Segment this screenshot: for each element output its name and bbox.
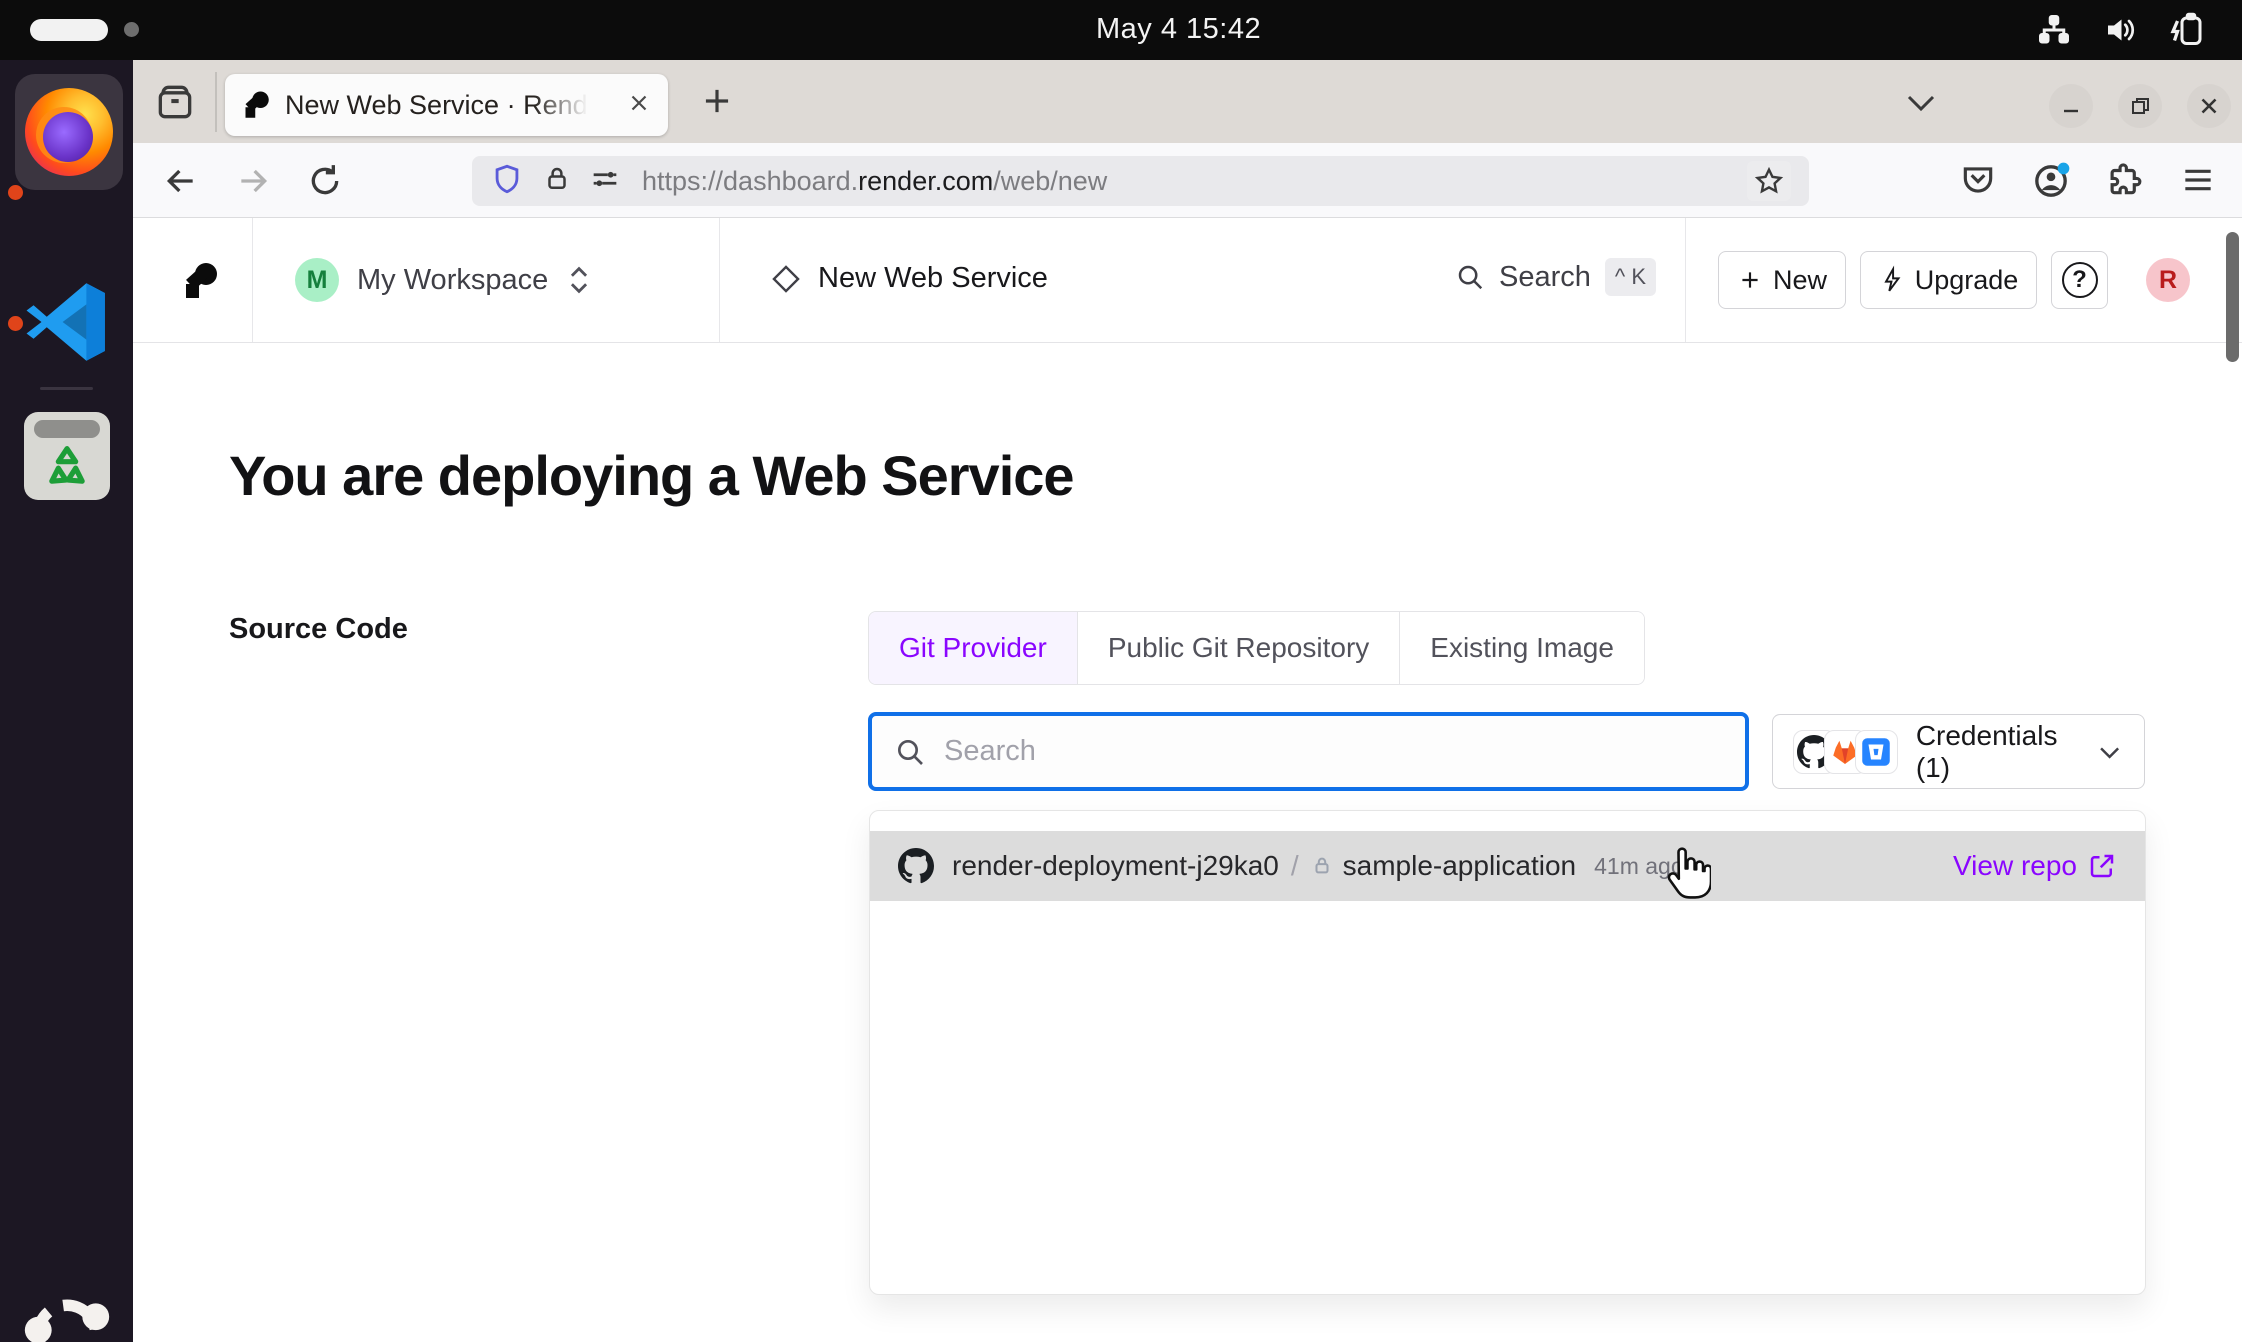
diamond-icon — [770, 263, 802, 295]
chevron-down-icon — [2095, 737, 2124, 767]
workspace-switcher[interactable]: M My Workspace — [295, 258, 592, 302]
firefox-icon — [25, 88, 113, 176]
ubuntu-logo-icon — [21, 1288, 113, 1342]
repo-search-input[interactable] — [944, 735, 1644, 768]
new-tab-button[interactable] — [698, 82, 736, 125]
repo-row[interactable]: render-deployment-j29ka0 / sample-applic… — [870, 831, 2145, 901]
search-icon — [894, 736, 926, 768]
volume-icon — [2102, 12, 2138, 53]
user-avatar[interactable]: R — [2146, 258, 2190, 302]
tabbar-separator — [215, 72, 217, 132]
dock-item-firefox[interactable] — [15, 74, 123, 190]
header-divider — [719, 218, 720, 342]
url-bar[interactable]: https://dashboard.render.com/web/new — [472, 156, 1809, 206]
repo-owner: render-deployment-j29ka0 — [952, 850, 1279, 882]
source-tabs: Git Provider Public Git Repository Exist… — [868, 611, 1645, 685]
tab-existing-image[interactable]: Existing Image — [1400, 612, 1644, 684]
lightning-icon — [1879, 265, 1905, 295]
page-scrollbar-thumb[interactable] — [2226, 232, 2239, 362]
repo-list-panel: render-deployment-j29ka0 / sample-applic… — [869, 810, 2146, 1295]
menu-hamburger-icon[interactable] — [2179, 161, 2217, 204]
chevron-up-down-icon — [566, 263, 592, 297]
help-button[interactable]: ? — [2051, 251, 2108, 309]
new-button[interactable]: New — [1718, 251, 1846, 309]
plus-icon — [1737, 267, 1763, 293]
page-title: New Web Service — [818, 262, 1048, 295]
permissions-toggles-icon[interactable] — [588, 162, 622, 201]
tab-git-provider[interactable]: Git Provider — [869, 612, 1078, 684]
credentials-dropdown[interactable]: Credentials (1) — [1772, 714, 2145, 789]
private-lock-icon — [1311, 853, 1333, 879]
upgrade-button-label: Upgrade — [1915, 265, 2019, 296]
battery-charging-icon — [2168, 12, 2208, 53]
active-tab[interactable]: New Web Service · Rend — [225, 74, 668, 136]
view-repo-link[interactable]: View repo — [1953, 850, 2117, 882]
breadcrumb: New Web Service — [770, 262, 1048, 295]
network-icon — [2036, 12, 2072, 53]
workspace-avatar: M — [295, 258, 339, 302]
render-logo[interactable] — [180, 260, 220, 302]
navigation-toolbar: https://dashboard.render.com/web/new — [133, 143, 2242, 218]
close-window-button[interactable] — [2187, 84, 2231, 128]
repo-search-box[interactable] — [868, 712, 1749, 791]
upgrade-button[interactable]: Upgrade — [1860, 251, 2037, 309]
url-text: https://dashboard.render.com/web/new — [642, 166, 1107, 197]
header-divider — [1685, 218, 1686, 342]
credentials-label: Credentials (1) — [1916, 720, 2095, 784]
system-clock[interactable]: May 4 15:42 — [1096, 13, 1261, 46]
tab-close-icon[interactable] — [626, 90, 652, 121]
connection-lock-icon[interactable] — [542, 162, 572, 201]
github-icon — [898, 848, 934, 884]
bitbucket-icon — [1855, 730, 1898, 774]
tracking-protection-shield-icon[interactable] — [490, 161, 524, 202]
tab-title: New Web Service · Rend — [285, 90, 588, 121]
dock — [0, 60, 133, 1342]
search-icon — [1455, 262, 1485, 292]
dock-divider — [40, 387, 93, 390]
repo-name: sample-application — [1343, 850, 1576, 882]
vscode-icon — [23, 278, 111, 366]
dock-item-trash[interactable] — [0, 412, 133, 500]
system-tray[interactable] — [2036, 12, 2208, 53]
new-button-label: New — [1773, 265, 1827, 296]
restore-button[interactable] — [2118, 84, 2162, 128]
pocket-icon[interactable] — [1959, 161, 1997, 204]
account-icon[interactable] — [2031, 161, 2071, 206]
search-label: Search — [1499, 261, 1591, 294]
firefox-running-dot — [8, 185, 23, 200]
tab-bar: New Web Service · Rend — [133, 60, 2242, 143]
browser-window: New Web Service · Rend — [133, 60, 2242, 1342]
render-favicon — [241, 90, 271, 120]
reload-button[interactable] — [305, 161, 345, 206]
minimize-button[interactable] — [2049, 84, 2093, 128]
trash-icon — [24, 412, 110, 500]
view-repo-label: View repo — [1953, 850, 2077, 882]
system-top-bar: May 4 15:42 — [0, 0, 2242, 60]
bookmark-star-icon[interactable] — [1747, 161, 1791, 201]
extensions-puzzle-icon[interactable] — [2105, 161, 2143, 204]
external-link-icon — [2087, 851, 2117, 881]
back-button[interactable] — [161, 161, 201, 206]
firefox-view-button[interactable] — [153, 80, 197, 129]
workspace-indicator-dot — [124, 22, 139, 37]
mouse-cursor — [1659, 847, 1711, 903]
workspace-name: My Workspace — [357, 264, 548, 297]
question-mark-icon: ? — [2062, 262, 2098, 298]
repo-slash: / — [1291, 850, 1299, 882]
tab-public-git-repository[interactable]: Public Git Repository — [1078, 612, 1400, 684]
dock-item-show-apps[interactable] — [0, 1288, 133, 1342]
activities-pill[interactable] — [30, 19, 108, 41]
vscode-running-dot — [8, 316, 23, 331]
search-shortcut-badge: ^ K — [1605, 258, 1656, 296]
forward-button[interactable] — [233, 161, 273, 206]
header-divider — [252, 218, 253, 342]
app-header: M My Workspace New Web Service Search ^ … — [133, 218, 2242, 343]
global-search-button[interactable]: Search ^ K — [1455, 258, 1656, 296]
list-tabs-chevron-icon[interactable] — [1903, 88, 1939, 123]
deploy-heading: You are deploying a Web Service — [229, 443, 1074, 508]
screen: May 4 15:42 — [0, 0, 2242, 1342]
source-code-label: Source Code — [229, 613, 408, 646]
page-content: You are deploying a Web Service Source C… — [133, 343, 2242, 1342]
